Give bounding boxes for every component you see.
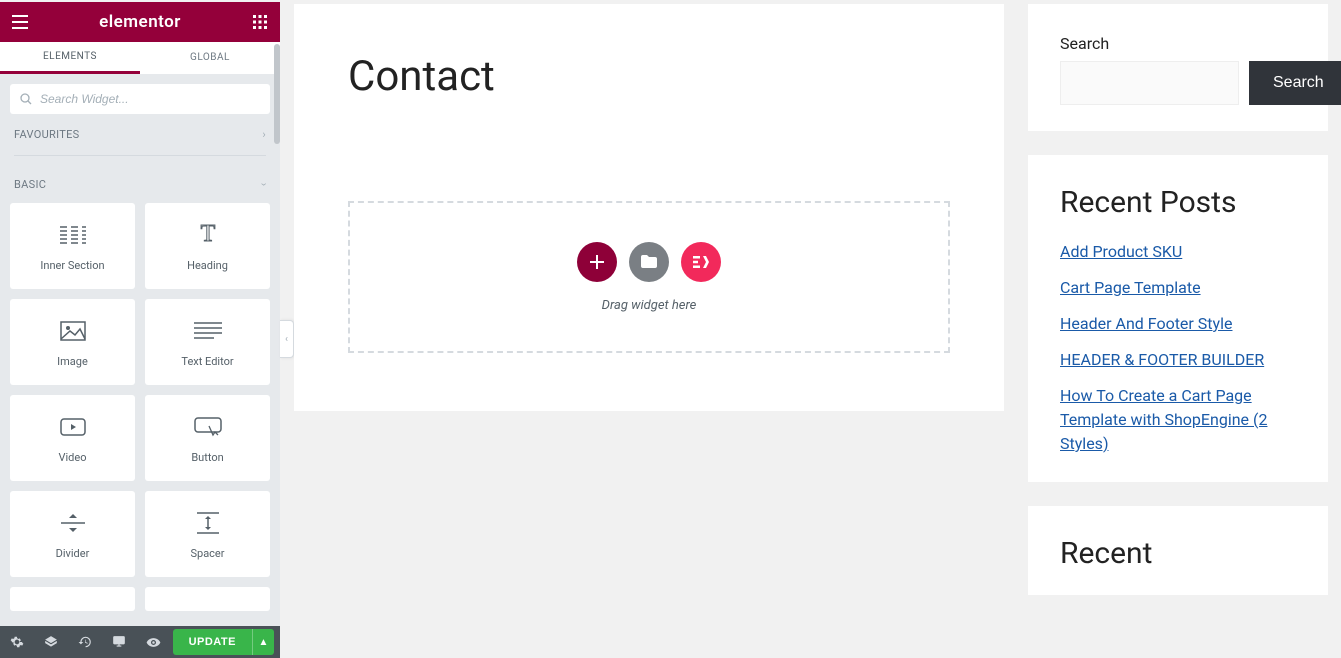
widget-label: Heading [187, 259, 228, 272]
dropzone-label: Drag widget here [602, 298, 697, 313]
list-item: Add Product SKU [1060, 240, 1296, 264]
widget-label: Inner Section [40, 259, 104, 272]
post-link[interactable]: HEADER & FOOTER BUILDER [1060, 350, 1264, 369]
image-icon [59, 317, 87, 345]
widget-spacer[interactable]: Spacer [145, 491, 270, 577]
grid-icon [253, 15, 267, 29]
search-icon [20, 93, 32, 105]
update-button[interactable]: UPDATE [173, 629, 252, 655]
elementskit-icon [691, 254, 711, 270]
recent-posts-widget: Recent Posts Add Product SKU Cart Page T… [1028, 155, 1328, 482]
chevron-right-icon: › [262, 128, 266, 141]
panel-collapse-button[interactable]: ‹ [280, 320, 294, 358]
search-widget: Search Search [1028, 4, 1328, 131]
widget-label: Spacer [190, 547, 224, 560]
svg-text:T: T [200, 223, 215, 247]
widget-search[interactable] [10, 84, 270, 114]
post-link[interactable]: Cart Page Template [1060, 278, 1201, 297]
heading-icon: T [194, 221, 222, 249]
recent-widget-partial: Recent [1028, 506, 1328, 595]
category-basic[interactable]: BASIC › [10, 164, 270, 197]
spacer-icon [194, 509, 222, 537]
tab-elements[interactable]: ELEMENTS [0, 42, 140, 74]
navigator-button[interactable] [34, 626, 68, 658]
settings-button[interactable] [0, 626, 34, 658]
responsive-icon [112, 635, 126, 649]
widget-inner-section[interactable]: Inner Section [10, 203, 135, 289]
panel-footer: UPDATE ▲ [0, 626, 280, 658]
wp-search-input[interactable] [1060, 61, 1239, 105]
history-button[interactable] [68, 626, 102, 658]
chevron-down-icon: › [258, 183, 271, 187]
plus-icon [590, 255, 604, 269]
hamburger-icon [12, 15, 28, 29]
panel-tabs: ELEMENTS GLOBAL [0, 42, 280, 74]
wp-sidebar: Search Search Recent Posts Add Product S… [1028, 4, 1328, 595]
category-divider [14, 155, 266, 156]
post-link[interactable]: How To Create a Cart Page Template with … [1060, 386, 1267, 453]
video-icon [59, 413, 87, 441]
section-dropzone[interactable]: Drag widget here [348, 201, 950, 353]
list-item: Cart Page Template [1060, 276, 1296, 300]
search-label: Search [1060, 34, 1296, 53]
widget-heading[interactable]: T Heading [145, 203, 270, 289]
eye-icon [146, 635, 161, 650]
widget-button[interactable]: Button [145, 395, 270, 481]
widget-image[interactable]: Image [10, 299, 135, 385]
page-title: Contact [348, 52, 950, 101]
widget-label: Video [59, 451, 87, 464]
apps-button[interactable] [240, 2, 280, 42]
dropzone-buttons [577, 242, 721, 282]
list-item: HEADER & FOOTER BUILDER [1060, 348, 1296, 372]
add-template-button[interactable] [629, 242, 669, 282]
panel-header: elementor [0, 2, 280, 42]
widget-heading: Recent [1060, 536, 1296, 571]
post-link[interactable]: Header And Footer Style [1060, 314, 1232, 333]
category-label: FAVOURITES [14, 128, 79, 141]
widget-label: Text Editor [181, 355, 233, 368]
post-link[interactable]: Add Product SKU [1060, 242, 1182, 261]
add-section-button[interactable] [577, 242, 617, 282]
publish-group: UPDATE ▲ [173, 629, 274, 655]
widget-partial[interactable] [145, 587, 270, 611]
button-icon [194, 413, 222, 441]
panel-scrollbar[interactable] [274, 44, 280, 144]
widgets-grid: Inner Section T Heading Image [10, 203, 270, 611]
divider-icon [59, 509, 87, 537]
responsive-button[interactable] [102, 626, 136, 658]
elementskit-button[interactable] [681, 242, 721, 282]
widget-label: Divider [56, 547, 90, 560]
list-item: How To Create a Cart Page Template with … [1060, 384, 1296, 456]
panel-body: FAVOURITES › BASIC › Inner Section T Hea… [0, 74, 280, 658]
columns-icon [59, 221, 87, 249]
search-input[interactable] [40, 92, 260, 106]
chevron-left-icon: ‹ [285, 334, 288, 345]
widget-label: Image [57, 355, 88, 368]
list-item: Header And Footer Style [1060, 312, 1296, 336]
text-lines-icon [194, 317, 222, 345]
category-label: BASIC [14, 178, 46, 191]
publish-options-button[interactable]: ▲ [252, 629, 274, 655]
layers-icon [44, 635, 58, 649]
widget-video[interactable]: Video [10, 395, 135, 481]
tab-global[interactable]: GLOBAL [140, 42, 280, 74]
gear-icon [10, 635, 24, 649]
widget-text-editor[interactable]: Text Editor [145, 299, 270, 385]
widget-heading: Recent Posts [1060, 185, 1296, 220]
widget-label: Button [191, 451, 223, 464]
wp-search-button[interactable]: Search [1249, 61, 1341, 105]
widget-partial[interactable] [10, 587, 135, 611]
menu-button[interactable] [0, 2, 40, 42]
elementor-panel: elementor ELEMENTS GLOBAL FAVOURITES › B… [0, 2, 280, 658]
history-icon [78, 635, 92, 649]
widget-divider[interactable]: Divider [10, 491, 135, 577]
folder-icon [641, 255, 657, 268]
caret-up-icon: ▲ [259, 637, 269, 648]
recent-posts-list: Add Product SKU Cart Page Template Heade… [1060, 240, 1296, 456]
brand-label: elementor [40, 12, 240, 32]
page-content: Contact [294, 4, 1004, 411]
category-favourites[interactable]: FAVOURITES › [10, 114, 270, 147]
preview-button[interactable] [136, 626, 170, 658]
